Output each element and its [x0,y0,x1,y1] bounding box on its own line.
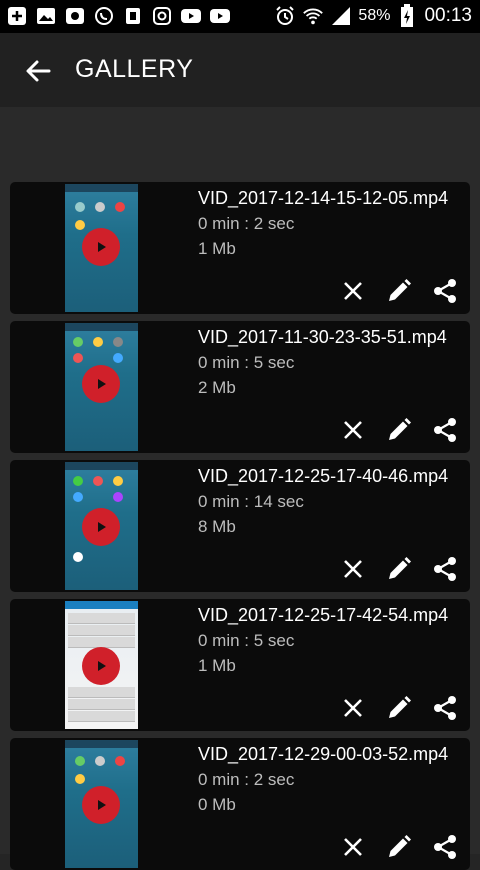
video-duration: 0 min : 2 sec [198,214,295,233]
video-card[interactable]: VID_2017-12-25-17-42-54.mp4 0 min : 5 se… [10,599,470,731]
video-card[interactable]: VID_2017-12-25-17-40-46.mp4 0 min : 14 s… [10,460,470,592]
share-icon [434,418,456,442]
video-duration: 0 min : 14 sec [198,492,304,511]
video-thumbnail[interactable] [65,323,138,451]
alarm-icon [274,5,296,27]
youtube-icon [209,5,231,27]
close-icon [344,560,362,578]
share-icon [434,696,456,720]
edit-button[interactable] [384,693,414,723]
share-button[interactable] [430,276,460,306]
delete-button[interactable] [338,415,368,445]
video-filename: VID_2017-12-25-17-40-46.mp4 [198,466,449,486]
wifi-icon [302,5,324,27]
video-card[interactable]: VID_2017-11-30-23-35-51.mp4 0 min : 5 se… [10,321,470,453]
delete-button[interactable] [338,554,368,584]
share-button[interactable] [430,832,460,862]
instagram-icon [151,5,173,27]
play-icon [98,800,106,810]
play-button[interactable] [82,508,120,546]
video-card[interactable]: VID_2017-12-29-00-03-52.mp4 0 min : 2 se… [10,738,470,870]
video-recorder-icon [64,5,86,27]
play-icon [98,661,106,671]
status-bar: 58% 00:13 [0,0,480,33]
status-bar-system: 58% 00:13 [274,3,472,29]
video-filename: VID_2017-12-25-17-42-54.mp4 [198,605,449,625]
arrow-back-icon [26,60,51,82]
close-icon [344,282,362,300]
share-button[interactable] [430,554,460,584]
video-thumbnail[interactable] [65,462,138,590]
video-duration: 0 min : 2 sec [198,770,295,789]
battery-icon [396,4,418,27]
battery-saver-icon [122,5,144,27]
play-button[interactable] [82,647,120,685]
video-filename: VID_2017-12-14-15-12-05.mp4 [198,188,449,208]
video-size: 1 Mb [198,656,236,675]
page-title: GALLERY [75,55,194,83]
edit-pencil-icon [389,418,411,440]
card-actions [338,693,460,723]
video-filename: VID_2017-11-30-23-35-51.mp4 [198,327,447,347]
edit-pencil-icon [389,557,411,579]
whatsapp-icon [93,5,115,27]
status-bar-notifications [6,5,231,27]
edit-button[interactable] [384,554,414,584]
share-icon [434,279,456,303]
card-actions [338,832,460,862]
edit-button[interactable] [384,276,414,306]
edit-pencil-icon [389,279,411,301]
video-size: 0 Mb [198,795,236,814]
share-button[interactable] [430,693,460,723]
delete-button[interactable] [338,832,368,862]
video-duration: 0 min : 5 sec [198,353,295,372]
clock: 00:13 [424,5,472,26]
card-actions [338,276,460,306]
share-icon [434,557,456,581]
edit-button[interactable] [384,415,414,445]
play-icon [98,522,106,532]
video-size: 8 Mb [198,517,236,536]
video-thumbnail[interactable] [65,601,138,729]
video-filename: VID_2017-12-29-00-03-52.mp4 [198,744,449,764]
close-icon [344,838,362,856]
add-box-icon [6,5,28,27]
video-card[interactable]: VID_2017-12-14-15-12-05.mp4 0 min : 2 se… [10,182,470,314]
card-actions [338,415,460,445]
share-icon [434,835,456,859]
video-thumbnail[interactable] [65,740,138,868]
delete-button[interactable] [338,276,368,306]
card-actions [338,554,460,584]
close-icon [344,421,362,439]
video-thumbnail[interactable] [65,184,138,312]
play-icon [98,242,106,252]
play-button[interactable] [82,786,120,824]
play-button[interactable] [82,365,120,403]
edit-button[interactable] [384,832,414,862]
play-button[interactable] [82,228,120,266]
video-list[interactable]: VID_2017-12-14-15-12-05.mp4 0 min : 2 se… [0,107,480,870]
youtube-icon [180,5,202,27]
edit-pencil-icon [389,696,411,718]
signal-icon [330,5,352,27]
back-button[interactable] [24,57,52,85]
edit-pencil-icon [389,835,411,857]
video-size: 1 Mb [198,239,236,258]
video-duration: 0 min : 5 sec [198,631,295,650]
battery-percentage: 58% [358,7,391,24]
close-icon [344,699,362,717]
play-icon [98,379,106,389]
image-icon [35,5,57,27]
share-button[interactable] [430,415,460,445]
app-bar: GALLERY [0,33,480,107]
video-size: 2 Mb [198,378,236,397]
delete-button[interactable] [338,693,368,723]
